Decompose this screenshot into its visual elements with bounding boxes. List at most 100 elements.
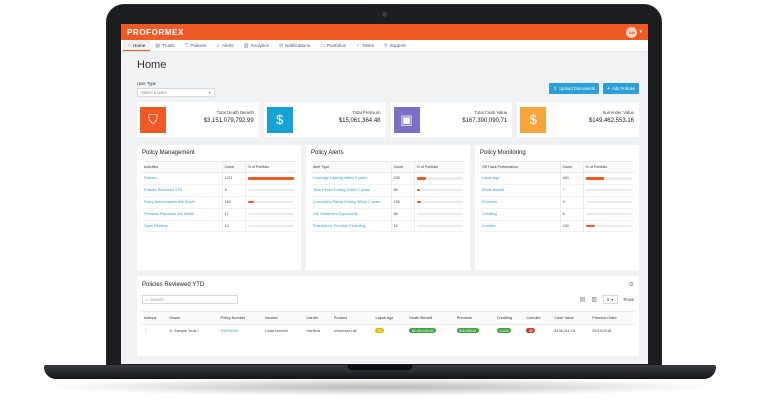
activity-link[interactable]: Policy Anniversaries this Month [142,196,223,209]
percent-cell [582,184,634,197]
count-cell: 13 [221,220,246,233]
gear-icon[interactable]: ⚙ [629,281,634,288]
column-header[interactable]: Carrier [304,311,332,325]
kpi-label: Total Premium [352,110,381,115]
nav-item-label: Notifications [285,43,311,48]
top-bar: PROFORMEX UM ▾ [121,24,648,40]
rows-label: Rows [623,297,634,302]
activity-link[interactable]: Potential for Premium Financing [311,220,392,233]
nav-item-tasks[interactable]: ✓ Tasks [351,40,379,51]
nav-item-support[interactable]: ⚲ Support [379,40,411,51]
policy-monitoring-panel: Policy Monitoring Off Track Performance C… [475,145,639,270]
nav-item-analytics[interactable]: ▥ Analytics [239,40,274,51]
search-input[interactable]: ⌕ Search [142,295,238,304]
count-cell: 86 [390,184,415,197]
column-header[interactable]: Policy Number [218,311,263,325]
product-cell: Universal Life [333,328,357,333]
column-header: % of Portfolio [413,161,465,173]
portfolio-progress-bar [416,177,463,180]
premium-badge: $16,858.45 [456,328,479,333]
activity-link[interactable]: Policies [142,172,223,185]
column-header[interactable]: Premium Date [590,311,634,325]
upload-icon: ⇪ [553,85,558,92]
column-header[interactable]: Insured [262,311,305,325]
column-header: Count [390,161,415,173]
percent-cell [244,172,296,185]
panel-title: Policy Monitoring [480,150,526,156]
column-header[interactable]: Product [331,311,374,325]
column-header[interactable]: Owner [167,311,219,325]
export-csv-icon[interactable]: ▥ [591,296,597,303]
activity-link[interactable]: Life Settlement Opportunity [311,208,392,221]
money-hand-icon: $ [520,106,547,133]
portfolio-progress-fill [247,201,255,204]
export-pdf-icon[interactable]: ▤ [580,296,586,303]
activity-link[interactable]: Coverage Lapsing Within 5 years [311,172,392,185]
kpi-value: $167,390,090.71 [462,118,508,124]
table-header-row: Alert Type Count% of Portfolio [311,161,465,173]
portfolio-progress-fill [585,224,596,228]
death-benefit-badge: $2,000,000.00 [409,328,437,333]
insured-cell: Linda Insured [264,328,288,333]
percent-cell [582,172,634,185]
activity-link[interactable]: Premium Payments this Month [142,208,223,221]
folder-icon: ▭ [320,42,325,49]
user-type-select[interactable]: Select a User ▾ [137,88,215,97]
column-header[interactable]: Cash Value [552,311,591,325]
nav-item-label: Support [389,43,406,48]
crediting-badge: 4.00% [496,328,512,333]
actions-cell[interactable]: ⋮ [142,325,167,337]
nav-item-home[interactable]: ⌂ Home [123,40,151,51]
count-cell: 9 [559,196,584,209]
portfolio-progress-bar [247,224,294,228]
panel-title: Policies Reviewed YTD [142,281,205,288]
filter-row: User Type Select a User ▾ ⇪ Upload Docum… [137,77,639,97]
premium-cell: $16,858.45 [455,325,495,337]
avatar[interactable]: UM [626,26,638,38]
column-header[interactable]: Lapse Age [373,311,408,325]
column-header[interactable]: Premium [454,311,495,325]
table-row: Lapse Age 440 [480,172,634,185]
column-header: Activities [142,161,223,173]
rows-per-page-select[interactable]: 5 ▾ [603,295,618,304]
portfolio-progress-bar [247,177,294,180]
rows-value: 5 [607,297,610,302]
percent-cell [582,220,634,233]
activity-link[interactable]: Premium [480,196,561,209]
nav-item-policies[interactable]: ⛉ Policies [180,40,212,51]
percent-cell [582,196,634,209]
kpi-card: ⛉ Total Death Benefit $3,151,079,792.99 [137,102,259,137]
count-cell: 106 [390,196,415,209]
user-menu[interactable]: UM ▾ [626,26,642,38]
activity-link[interactable]: Conversion Period Ending Within 2 years [311,196,392,209]
percent-cell [244,196,296,209]
policy-number-cell[interactable]: JN050000 [219,325,263,337]
column-header[interactable]: Crediting [494,311,525,325]
comdex-cell: 58 [524,325,552,337]
column-header[interactable]: Actions [142,311,168,325]
brand-logo[interactable]: PROFORMEX [127,28,184,37]
nav-item-trusts[interactable]: ▤ Trusts [150,40,179,51]
portfolio-progress-bar [585,224,632,228]
activity-link[interactable]: Lapse Age [480,172,561,185]
add-policies-button[interactable]: + Add Policies [603,83,639,94]
activity-link[interactable]: Comdex [480,220,561,233]
kpi-label: Total Death Benefit [216,110,254,115]
policies-reviewed-table: Actions Owner Policy Number Insured Carrier P… [142,311,634,336]
activity-link[interactable]: Policies Reviewed YTD [142,184,223,197]
policy-management-table: Activities Count% of Portfolio Policies 113… [142,161,296,233]
policy-alerts-panel: Policy Alerts Alert Type Count% of Portfo… [306,145,470,270]
nav-item-alerts[interactable]: ♫ Alerts [211,40,239,51]
nav-item-notifications[interactable]: ✉ Notifications [274,40,315,51]
count-cell: 18 [390,220,415,233]
column-header[interactable]: Comdex [524,311,553,325]
activity-link[interactable]: Term Period Ending Within 2 years [311,184,392,197]
upload-documents-button[interactable]: ⇪ Upload Documents [549,83,600,94]
cash-value-cell: $136,111.15 [554,328,575,333]
activity-link[interactable]: Crediting [480,208,561,221]
page-title: Home [137,59,167,71]
nav-item-portfolios[interactable]: ▭ Portfolios [315,40,351,51]
activity-link[interactable]: Death Benefit [480,184,561,197]
column-header[interactable]: Death Benefit [407,311,455,325]
activity-link[interactable]: Open Reviews [142,220,223,233]
